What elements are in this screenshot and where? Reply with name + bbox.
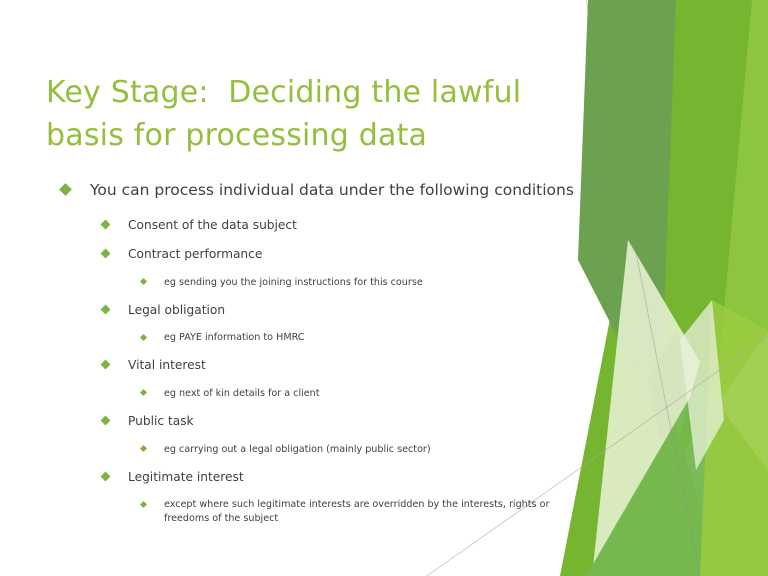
deco-hairline-steep [585, 0, 701, 576]
list-item: eg sending you the joining instructions … [54, 276, 594, 289]
diamond-bullet-icon [100, 219, 111, 229]
list-item: except where such legitimate interests a… [54, 498, 594, 524]
list-item-label: Legal obligation [128, 302, 226, 317]
list-item: Legal obligation [54, 302, 594, 318]
list-item: Contract performance [54, 246, 594, 262]
list-item-label: Vital interest [128, 358, 206, 373]
deco-shape-lime-overlay [700, 300, 768, 576]
list-item: eg PAYE information to HMRC [54, 331, 594, 344]
list-item: Consent of the data subject [54, 217, 594, 233]
list-item: Legitimate interest [54, 469, 594, 485]
diamond-bullet-icon [59, 183, 72, 196]
list-item: eg next of kin details for a client [54, 387, 594, 400]
diamond-bullet-icon [139, 277, 148, 286]
diamond-bullet-icon [139, 500, 148, 508]
diamond-bullet-icon [100, 248, 111, 259]
deco-shape-pale-sliver [680, 300, 724, 470]
deco-shape-lime-base [612, 0, 768, 576]
deco-shape-pale-large [596, 332, 768, 576]
list-item-label: eg PAYE information to HMRC [164, 332, 305, 344]
list-item-label: except where such legitimate interests a… [164, 499, 550, 524]
list-item-label: eg sending you the joining instructions … [164, 276, 423, 288]
bullet-list: You can process individual data under th… [54, 180, 594, 538]
list-item-label: eg carrying out a legal obligation (main… [164, 443, 431, 455]
list-item-label: Contract performance [128, 247, 263, 262]
list-item-label: Legitimate interest [128, 469, 244, 484]
list-item: Public task [54, 413, 594, 429]
list-item-label: Public task [128, 414, 194, 429]
diamond-bullet-icon [139, 389, 148, 397]
deco-shape-mid-green [586, 380, 768, 576]
list-item-label: Consent of the data subject [128, 217, 297, 232]
list-item-label: eg next of kin details for a client [164, 387, 320, 399]
diamond-bullet-icon [100, 415, 111, 426]
list-item: You can process individual data under th… [54, 180, 594, 201]
slide: Key Stage: Deciding the lawful basis for… [0, 0, 768, 576]
diamond-bullet-icon [100, 471, 111, 482]
list-item: eg carrying out a legal obligation (main… [54, 443, 594, 456]
deco-shape-deep-sliver [648, 330, 700, 440]
diamond-bullet-icon [139, 333, 148, 341]
diamond-bullet-icon [100, 359, 111, 370]
list-item: Vital interest [54, 357, 594, 373]
deco-shape-pale-wedge [592, 240, 700, 576]
page-title: Key Stage: Deciding the lawful basis for… [46, 75, 532, 153]
diamond-bullet-icon [139, 445, 148, 453]
diamond-bullet-icon [100, 304, 111, 315]
deco-shape-mid-green-foot [588, 424, 720, 576]
list-item-label: You can process individual data under th… [90, 181, 574, 199]
